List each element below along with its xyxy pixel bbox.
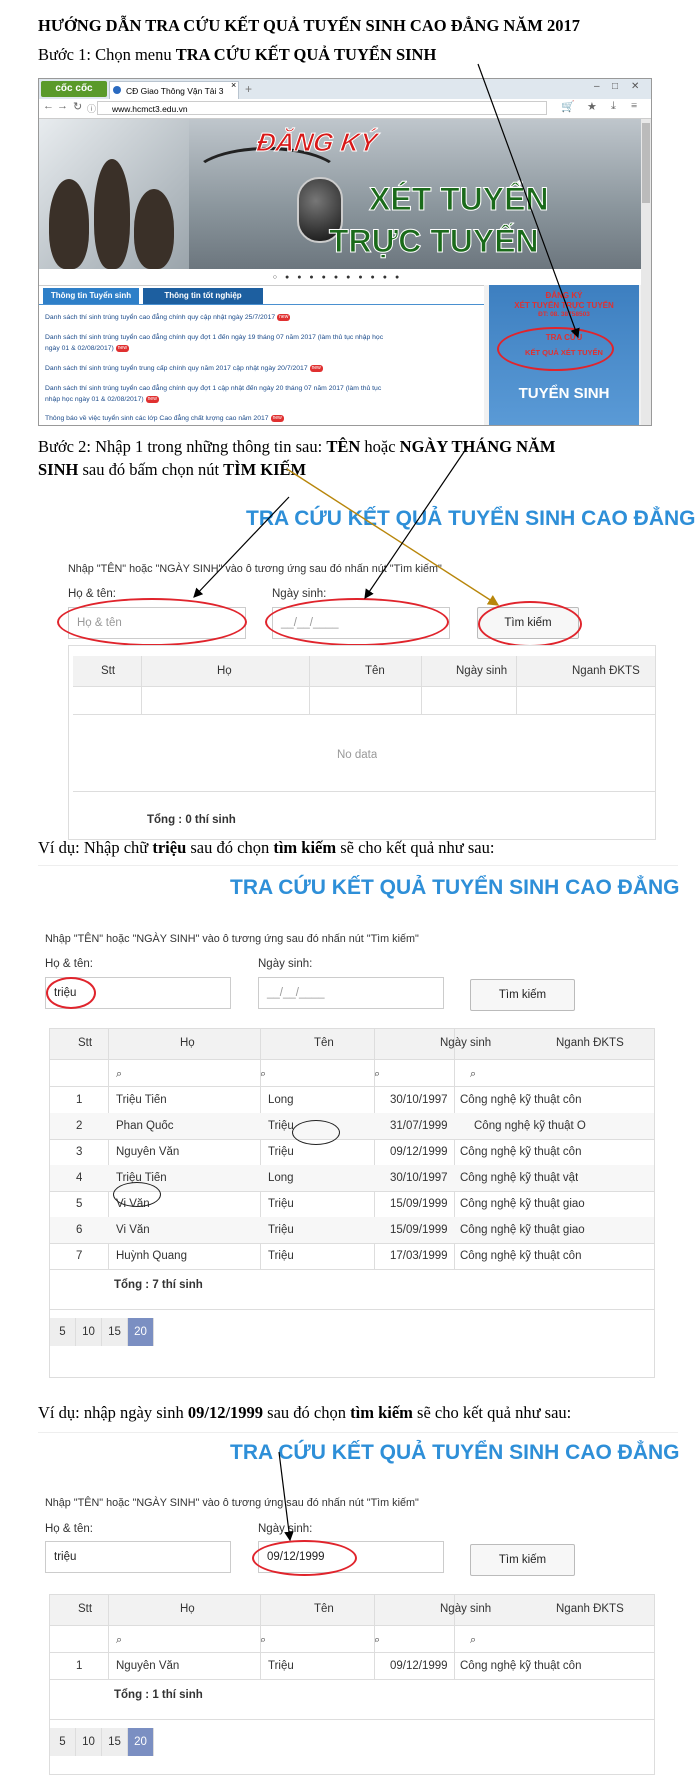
arrow <box>193 496 290 598</box>
arrow <box>286 468 500 606</box>
arrow <box>477 63 580 339</box>
highlight-circle <box>292 1120 340 1145</box>
annotation-arrows <box>193 63 580 1542</box>
arrow <box>278 1451 294 1542</box>
highlight-circle <box>113 1182 161 1207</box>
